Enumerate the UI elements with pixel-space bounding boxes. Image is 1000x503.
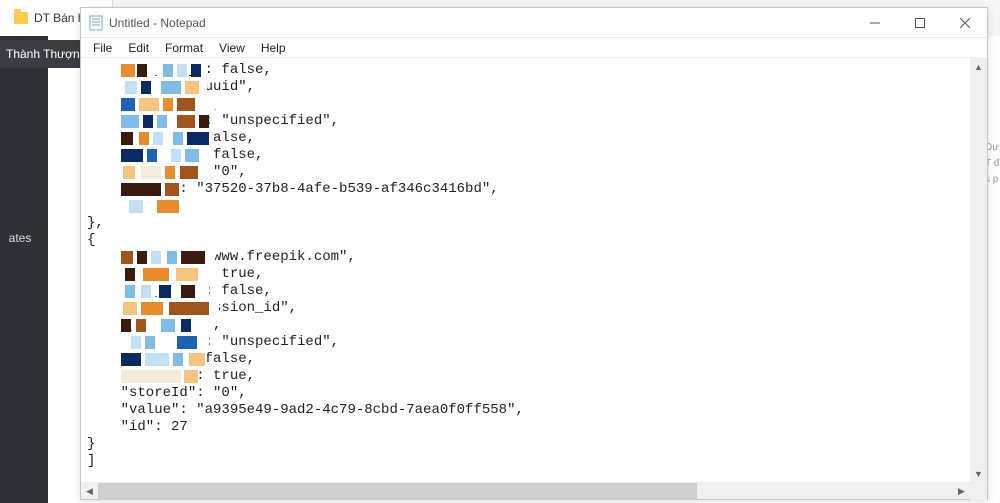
scroll-up-icon[interactable]: ▲	[970, 58, 987, 75]
text-area[interactable]: "httpOnly": false, "name": "_uuid", "pat…	[81, 58, 970, 482]
text-line: "domain": "www.freepik.com",	[87, 249, 964, 266]
text-line: "storeId": "0",	[87, 385, 964, 402]
text-line: "value": "37520-37b8-4afe-b539-af346c341…	[87, 181, 964, 198]
text-line: "storeId": "0",	[87, 164, 964, 181]
text-line: "id": 26	[87, 198, 964, 215]
text-line: "httpOnly": false,	[87, 62, 964, 79]
menu-view[interactable]: View	[211, 39, 253, 57]
text-line: }	[87, 436, 964, 453]
text-line: },	[87, 215, 964, 232]
text-line: "path": "/",	[87, 96, 964, 113]
hscroll-thumb[interactable]	[98, 483, 697, 500]
menu-edit[interactable]: Edit	[120, 39, 157, 57]
maximize-icon	[915, 18, 925, 28]
notepad-window: Untitled - Notepad File Edit Format View…	[80, 7, 988, 500]
titlebar[interactable]: Untitled - Notepad	[81, 8, 987, 38]
text-line: "path": "/",	[87, 317, 964, 334]
text-line: {	[87, 232, 964, 249]
vertical-scrollbar[interactable]: ▲ ▼	[970, 58, 987, 482]
scroll-down-icon[interactable]: ▼	[970, 465, 987, 482]
hscroll-track[interactable]	[98, 483, 953, 499]
text-line: "hostOnly": true,	[87, 266, 964, 283]
text-line: "session": false,	[87, 147, 964, 164]
window-title: Untitled - Notepad	[109, 16, 206, 30]
sidebar-item-2-label: ates	[9, 231, 32, 245]
text-line: ]	[87, 453, 964, 470]
text-line: "value": "a9395e49-9ad2-4c79-8cbd-7aea0f…	[87, 402, 964, 419]
sidebar-item-1[interactable]: Thành Thượn	[0, 40, 80, 68]
minimize-button[interactable]	[852, 8, 897, 38]
notepad-app-icon	[89, 15, 103, 31]
sidebar-item-1-label: Thành Thượn	[6, 47, 80, 61]
horizontal-scrollbar[interactable]: ◀ ▶	[81, 482, 987, 499]
maximize-button[interactable]	[897, 8, 942, 38]
menu-help[interactable]: Help	[253, 39, 294, 57]
text-line: "sameSite": "unspecified",	[87, 113, 964, 130]
close-icon	[960, 18, 970, 28]
text-line: "name": "_uuid",	[87, 79, 964, 96]
notepad-body: "httpOnly": false, "name": "_uuid", "pat…	[81, 58, 987, 482]
background-sidebar	[0, 36, 48, 503]
text-line: "secure": false,	[87, 351, 964, 368]
vscroll-track[interactable]	[970, 75, 987, 465]
menu-file[interactable]: File	[85, 39, 120, 57]
menu-format[interactable]: Format	[157, 39, 211, 57]
text-line: "sameSite": "unspecified",	[87, 334, 964, 351]
sidebar-item-2[interactable]: ates	[0, 226, 40, 250]
menubar: File Edit Format View Help	[81, 38, 987, 58]
folder-icon	[14, 12, 28, 24]
scrollbar-corner	[970, 483, 987, 500]
text-line: "secure": false,	[87, 130, 964, 147]
minimize-icon	[870, 18, 880, 28]
text-line: "id": 27	[87, 419, 964, 436]
scroll-right-icon[interactable]: ▶	[953, 483, 970, 500]
scroll-left-icon[interactable]: ◀	[81, 483, 98, 500]
close-button[interactable]	[942, 8, 987, 38]
text-line: "session": true,	[87, 368, 964, 385]
text-line: "httpOnly": false,	[87, 283, 964, 300]
text-line: "name": "session_id",	[87, 300, 964, 317]
